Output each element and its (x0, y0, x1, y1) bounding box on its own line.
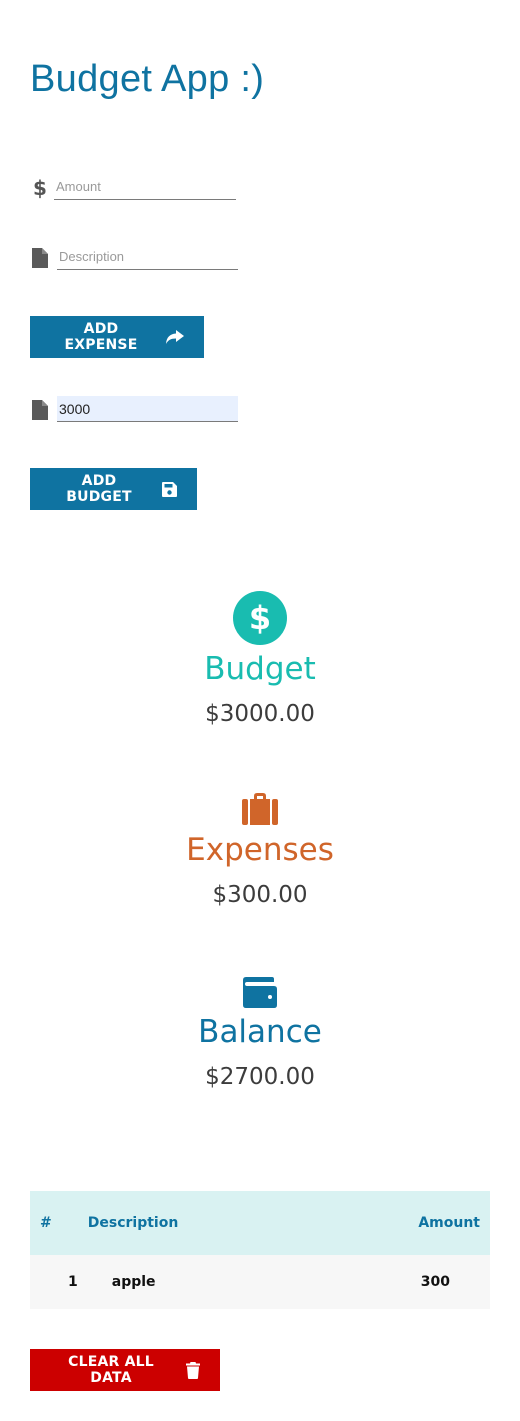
page-title: Budget App :) (30, 58, 265, 100)
dollar-icon: $ (30, 176, 50, 200)
add-expense-label: ADD EXPENSE (64, 321, 138, 353)
description-input[interactable] (57, 244, 238, 270)
dollar-circle-icon: $ (0, 591, 520, 645)
balance-value: $2700.00 (205, 1064, 315, 1090)
budget-summary: $ Budget $3000.00 (0, 591, 520, 727)
row-num: 1 (68, 1274, 78, 1290)
briefcase-icon (0, 792, 520, 826)
budget-input[interactable] (57, 396, 238, 422)
file-icon (30, 246, 50, 270)
budget-label: Budget (204, 651, 316, 687)
row-amount: 300 (420, 1274, 450, 1290)
expenses-summary: Expenses $300.00 (0, 792, 520, 908)
file-icon (30, 398, 50, 422)
header-num: # (40, 1215, 52, 1231)
add-budget-label: ADD BUDGET (66, 473, 132, 505)
svg-text:$: $ (33, 177, 47, 199)
add-expense-button[interactable]: ADD EXPENSE (30, 316, 204, 358)
row-description: apple (111, 1274, 156, 1290)
header-description: Description (87, 1215, 179, 1231)
share-arrow-icon (166, 329, 184, 345)
add-budget-button[interactable]: ADD BUDGET (30, 468, 197, 510)
table-row: 1 apple 300 (30, 1255, 490, 1309)
wallet-icon (0, 977, 520, 1008)
budget-field-group (30, 396, 238, 422)
balance-summary: Balance $2700.00 (0, 977, 520, 1090)
description-field-group (30, 244, 238, 270)
save-icon (162, 481, 177, 497)
expenses-value: $300.00 (212, 882, 308, 908)
amount-input[interactable] (54, 174, 236, 200)
clear-all-label: CLEAR ALL DATA (68, 1354, 154, 1386)
expense-table: # Description Amount 1 apple 300 (30, 1191, 490, 1309)
balance-label: Balance (198, 1014, 322, 1050)
amount-field-group: $ (30, 174, 236, 200)
table-header-row: # Description Amount (30, 1191, 490, 1255)
svg-text:$: $ (249, 599, 271, 637)
expenses-label: Expenses (186, 832, 334, 868)
clear-all-data-button[interactable]: CLEAR ALL DATA (30, 1349, 220, 1391)
trash-icon (186, 1361, 200, 1379)
budget-value: $3000.00 (205, 701, 315, 727)
header-amount: Amount (418, 1215, 480, 1231)
